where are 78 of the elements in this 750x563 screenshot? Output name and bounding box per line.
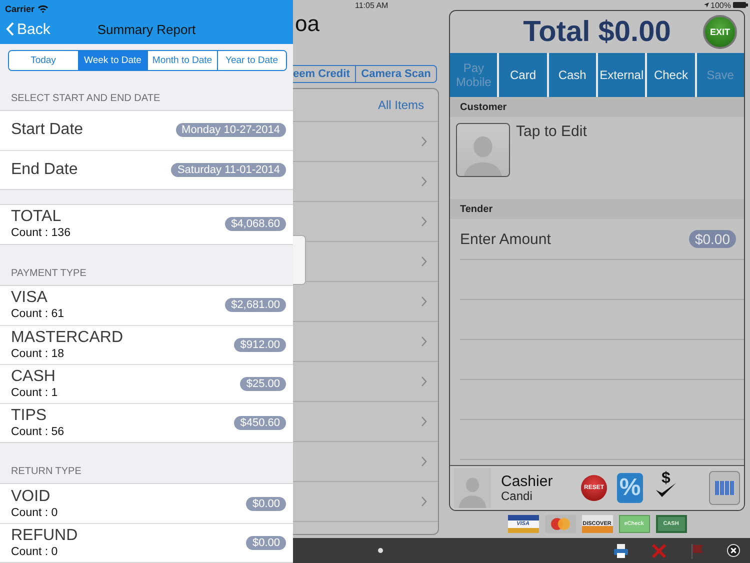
back-button[interactable]: Back — [6, 20, 50, 38]
row-title: VISA — [11, 289, 48, 308]
row-title: TIPS — [11, 406, 48, 425]
date-badge[interactable]: Monday 10-27-2014 — [176, 123, 286, 138]
mastercard-logo — [544, 515, 576, 533]
period-tab[interactable]: Year to Date — [216, 51, 286, 70]
chevron-icon[interactable] — [421, 376, 427, 387]
close-icon[interactable] — [727, 544, 740, 557]
amount-badge: $25.00 — [240, 376, 286, 391]
chevron-icon[interactable] — [421, 216, 427, 227]
count-label: Count : 0 — [11, 506, 58, 520]
count-label: Count : 0 — [11, 545, 59, 559]
wifi-icon — [38, 4, 48, 12]
period-tab[interactable]: Week to Date — [78, 51, 147, 70]
tap-to-edit-label[interactable]: Tap to Edit — [516, 123, 587, 193]
row-title: End Date — [11, 160, 78, 179]
tender-button[interactable]: Check — [647, 53, 695, 97]
amount-label: Enter Amount — [460, 230, 551, 248]
chevron-icon[interactable] — [421, 336, 427, 347]
all-items-link[interactable]: All Items — [378, 98, 424, 112]
nav-title: Summary Report — [97, 22, 196, 36]
chevron-icon[interactable] — [421, 136, 427, 147]
count-label: Count : 1 — [11, 386, 58, 400]
barcode-icon[interactable] — [714, 481, 734, 495]
section-header: Tender — [460, 204, 493, 214]
location-icon — [704, 2, 709, 8]
battery-percent: 100% — [710, 0, 731, 10]
section-header: Customer — [460, 102, 507, 112]
tender-button[interactable]: External — [598, 53, 646, 97]
count-label: Count : 61 — [11, 307, 64, 322]
chevron-icon[interactable] — [421, 176, 427, 187]
customer-avatar[interactable] — [456, 123, 510, 177]
chevron-icon[interactable] — [421, 456, 427, 467]
payout-button[interactable]: $ — [653, 472, 679, 504]
tender-button[interactable]: Card — [499, 53, 547, 97]
count-label: Count : 56 — [11, 424, 64, 439]
printer-icon[interactable] — [613, 542, 629, 558]
count-label: Count : 18 — [11, 346, 66, 361]
page-dot — [378, 548, 383, 553]
chevron-icon[interactable] — [421, 496, 427, 507]
flag-icon[interactable] — [689, 542, 705, 558]
amount-badge: $4,068.60 — [225, 217, 286, 232]
status-time: 11:05 AM — [355, 0, 388, 10]
carrier-label: Carrier — [5, 4, 35, 14]
action-button[interactable]: eem Credit — [293, 66, 355, 82]
cashier-label: Cashier — [501, 474, 554, 490]
chevron-icon[interactable] — [421, 416, 427, 427]
amount-field[interactable]: $0.00 — [688, 230, 736, 248]
row-title: CASH — [11, 368, 56, 386]
row-title: MASTERCARD — [11, 328, 124, 347]
page-title: oa — [295, 12, 320, 36]
section-header: PAYMENT TYPE — [11, 268, 86, 279]
row-title: REFUND — [11, 527, 78, 545]
cross-icon[interactable] — [651, 542, 667, 558]
action-button[interactable]: Camera Scan — [355, 66, 436, 82]
cashier-name: Candi — [501, 490, 534, 502]
row-title: VOID — [11, 488, 52, 506]
total-label: Total $0.00 — [523, 16, 671, 48]
amount-badge: $450.60 — [234, 416, 286, 430]
amount-badge: $0.00 — [246, 536, 286, 550]
section-header: SELECT START AND END DATE — [11, 92, 160, 104]
barcode-button[interactable] — [709, 471, 740, 505]
battery-icon — [733, 2, 748, 8]
tender-button[interactable]: Cash — [548, 53, 596, 97]
row-title: Start Date — [11, 121, 84, 140]
amount-badge: $912.00 — [234, 338, 286, 352]
section-header: RETURN TYPE — [11, 466, 82, 477]
count-label: Count : 136 — [11, 226, 70, 240]
chevron-icon[interactable] — [421, 256, 427, 267]
amount-badge: $2,681.00 — [225, 298, 286, 312]
date-badge[interactable]: Saturday 11-01-2014 — [171, 162, 286, 177]
back-chevron-icon[interactable] — [6, 22, 14, 36]
discount-button[interactable]: % — [617, 473, 643, 503]
exit-button[interactable]: EXIT — [703, 15, 737, 49]
row-title: TOTAL — [11, 208, 62, 226]
drag-handle[interactable] — [293, 235, 306, 285]
chevron-icon[interactable] — [421, 296, 427, 307]
amount-badge: $0.00 — [246, 496, 286, 510]
